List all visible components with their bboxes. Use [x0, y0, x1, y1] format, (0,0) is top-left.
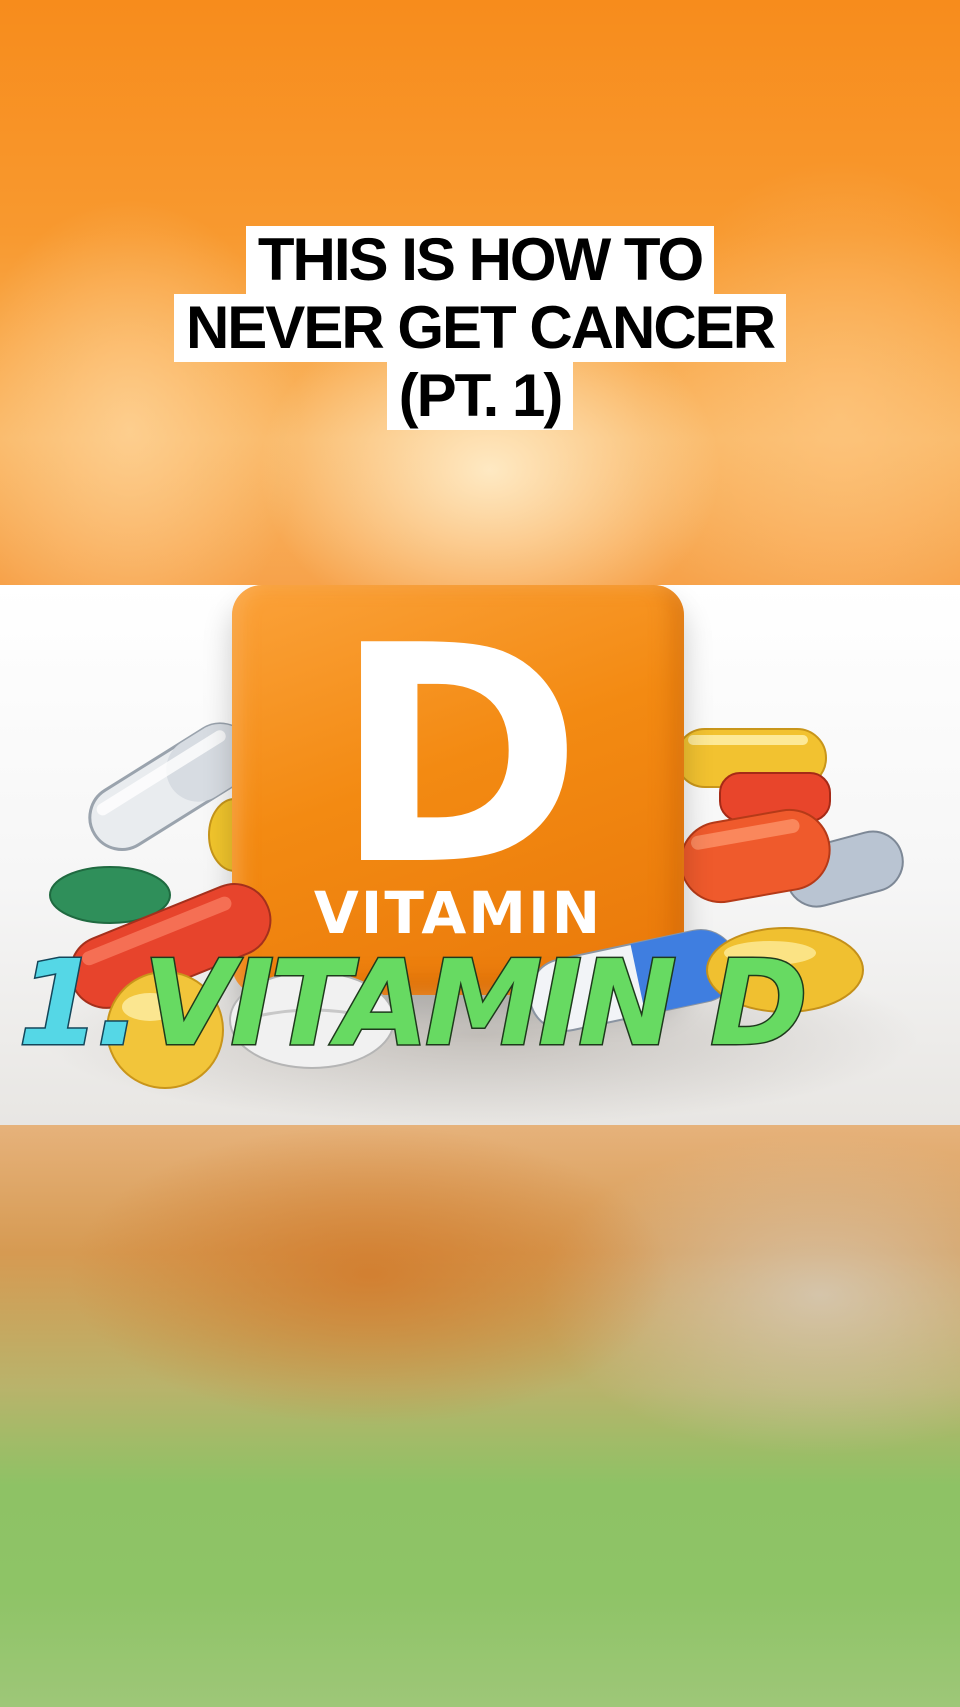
- title-line-2: NEVER GET CANCER: [173, 294, 787, 362]
- caption-text: VITAMIN D: [141, 933, 809, 1074]
- bottom-background: [0, 1125, 960, 1707]
- cube-letter: D: [333, 585, 583, 931]
- video-title: THIS IS HOW TO NEVER GET CANCER (PT. 1): [0, 226, 960, 430]
- title-line-1: THIS IS HOW TO: [245, 226, 715, 294]
- title-line-3: (PT. 1): [386, 362, 574, 430]
- red-orange-pill: [679, 808, 831, 904]
- vitamin-d-photo: D VITAMIN 1.VITAMIN D: [0, 585, 960, 1125]
- caption-overlay: 1.VITAMIN D: [17, 933, 810, 1074]
- caption-number: 1.: [17, 933, 143, 1074]
